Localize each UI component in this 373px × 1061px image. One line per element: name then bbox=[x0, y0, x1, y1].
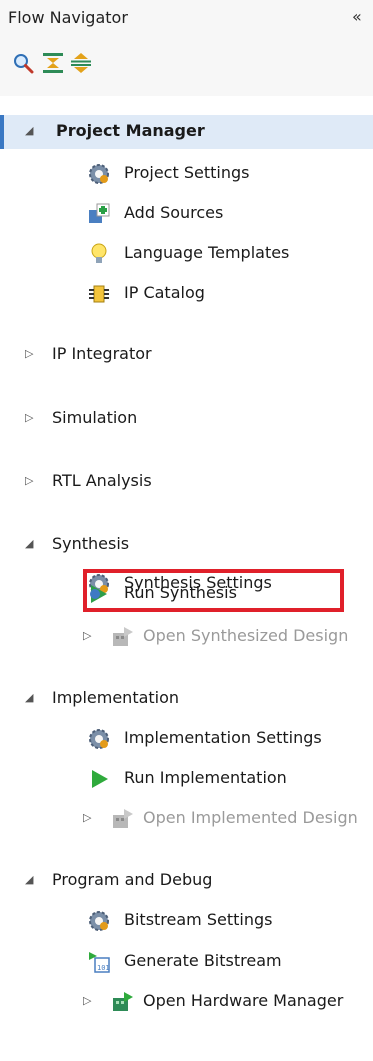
section-implementation[interactable]: ◢ Implementation bbox=[0, 682, 373, 716]
item-label: Generate Bitstream bbox=[124, 951, 282, 970]
item-open-hardware-manager[interactable]: ▷ Open Hardware Manager bbox=[0, 985, 373, 1019]
section-synthesis[interactable]: ◢ Synthesis bbox=[0, 528, 373, 562]
item-project-settings[interactable]: Project Settings bbox=[0, 157, 373, 191]
section-label: Simulation bbox=[52, 408, 138, 427]
collapse-all-icon[interactable] bbox=[42, 52, 64, 74]
flow-navigator-toolbar bbox=[0, 38, 373, 97]
hardware-manager-icon bbox=[113, 992, 133, 1011]
flow-navigator-panel: Flow Navigator « ◢ Project Manager Proje… bbox=[0, 0, 373, 1061]
section-project-manager[interactable]: ◢ Project Manager bbox=[0, 115, 373, 149]
item-label: Bitstream Settings bbox=[124, 910, 273, 929]
open-design-icon bbox=[113, 627, 133, 646]
section-label: Project Manager bbox=[56, 121, 205, 140]
expand-all-icon[interactable] bbox=[70, 52, 92, 74]
item-language-templates[interactable]: Language Templates bbox=[0, 237, 373, 271]
section-label: IP Integrator bbox=[52, 344, 152, 363]
section-simulation[interactable]: ▷ Simulation bbox=[0, 402, 373, 436]
item-open-synthesized-design[interactable]: ▷ Open Synthesized Design bbox=[0, 620, 373, 654]
item-label: Language Templates bbox=[124, 243, 290, 262]
item-run-implementation[interactable]: Run Implementation bbox=[0, 762, 373, 796]
highlight-box bbox=[83, 569, 344, 612]
run-icon bbox=[92, 770, 108, 788]
item-label: IP Catalog bbox=[124, 283, 205, 302]
collapsed-arrow-icon[interactable]: ▷ bbox=[25, 411, 37, 425]
expanded-arrow-icon[interactable]: ◢ bbox=[25, 124, 37, 138]
collapsed-arrow-icon[interactable]: ▷ bbox=[83, 629, 95, 643]
open-design-icon bbox=[113, 809, 133, 828]
gear-icon bbox=[89, 911, 109, 931]
section-label: Synthesis bbox=[52, 534, 130, 553]
expanded-arrow-icon[interactable]: ◢ bbox=[25, 691, 37, 705]
collapsed-arrow-icon[interactable]: ▷ bbox=[83, 994, 95, 1008]
item-bitstream-settings[interactable]: Bitstream Settings bbox=[0, 904, 373, 938]
item-open-implemented-design[interactable]: ▷ Open Implemented Design bbox=[0, 802, 373, 836]
item-label: Project Settings bbox=[124, 163, 250, 182]
expanded-arrow-icon[interactable]: ◢ bbox=[25, 537, 37, 551]
item-label: Add Sources bbox=[124, 203, 224, 222]
item-ip-catalog[interactable]: IP Catalog bbox=[0, 277, 373, 311]
section-ip-integrator[interactable]: ▷ IP Integrator bbox=[0, 338, 373, 372]
expanded-arrow-icon[interactable]: ◢ bbox=[25, 873, 37, 887]
collapsed-arrow-icon[interactable]: ▷ bbox=[83, 811, 95, 825]
ip-chip-icon bbox=[89, 285, 109, 303]
flow-navigator-header: Flow Navigator « bbox=[0, 0, 373, 38]
svg-text:101: 101 bbox=[97, 964, 110, 972]
generate-bitstream-icon: 101 bbox=[89, 952, 110, 973]
item-label: Open Synthesized Design bbox=[143, 626, 349, 645]
item-label: Open Implemented Design bbox=[143, 808, 358, 827]
search-icon[interactable] bbox=[12, 52, 34, 74]
collapse-panel-button[interactable]: « bbox=[352, 7, 362, 26]
item-label: Open Hardware Manager bbox=[143, 991, 344, 1010]
collapsed-arrow-icon[interactable]: ▷ bbox=[25, 474, 37, 488]
item-add-sources[interactable]: Add Sources bbox=[0, 197, 373, 231]
panel-title: Flow Navigator bbox=[8, 8, 128, 27]
section-label: RTL Analysis bbox=[52, 471, 152, 490]
section-label: Program and Debug bbox=[52, 870, 213, 889]
item-generate-bitstream[interactable]: 101 Generate Bitstream bbox=[0, 945, 373, 979]
lightbulb-icon bbox=[91, 243, 107, 263]
gear-icon bbox=[89, 164, 109, 184]
section-rtl-analysis[interactable]: ▷ RTL Analysis bbox=[0, 465, 373, 499]
item-label: Run Implementation bbox=[124, 768, 287, 787]
section-label: Implementation bbox=[52, 688, 180, 707]
collapsed-arrow-icon[interactable]: ▷ bbox=[25, 347, 37, 361]
gear-icon bbox=[89, 729, 109, 749]
item-label: Implementation Settings bbox=[124, 728, 322, 747]
item-implementation-settings[interactable]: Implementation Settings bbox=[0, 722, 373, 756]
add-sources-icon bbox=[89, 203, 110, 223]
section-program-and-debug[interactable]: ◢ Program and Debug bbox=[0, 864, 373, 898]
